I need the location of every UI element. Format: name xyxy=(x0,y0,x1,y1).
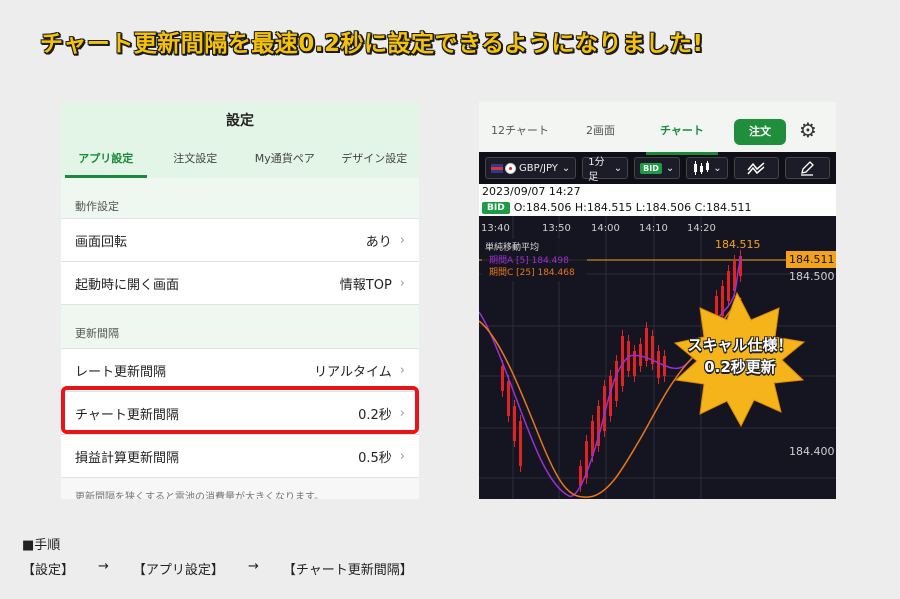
candle-body xyxy=(501,366,504,391)
pencil-icon xyxy=(801,161,815,176)
settings-title: 設定 xyxy=(226,113,254,129)
price-axis-label: 184.400 xyxy=(789,445,835,458)
burst-line-2: 0.2秒更新 xyxy=(704,358,776,376)
tab-2-screens[interactable]: 2画面 xyxy=(586,122,615,138)
settings-screen: 設定 アプリ設定 注文設定 My通貨ペア デザイン設定 動作設定 画面回転 あり… xyxy=(61,102,419,499)
row-screen-rotation[interactable]: 画面回転 あり › xyxy=(61,218,419,261)
time-label: 13:50 xyxy=(542,223,571,234)
row-label: 起動時に開く画面 xyxy=(75,277,180,293)
candle-body xyxy=(621,336,624,386)
candlestick-icon xyxy=(694,161,710,175)
headline: チャート更新間隔を最速0.2秒に設定できるようになりました! xyxy=(40,31,704,57)
draw-tool-button[interactable] xyxy=(784,157,831,179)
chevron-right-icon: › xyxy=(399,232,405,248)
currency-pair-select[interactable]: GBP/JPY ⌄ xyxy=(485,157,577,179)
candle-body xyxy=(513,406,516,441)
current-price-tag: 184.511 xyxy=(789,253,835,266)
section-operation: 動作設定 xyxy=(61,178,419,218)
scalping-spec-label: スキャル仕様！ 0.2秒更新 xyxy=(665,334,815,378)
candle-body xyxy=(507,381,510,416)
steps-heading: ■手順 xyxy=(22,538,61,553)
candle-body xyxy=(657,351,660,378)
tab-my-currency-pairs[interactable]: My通貨ペア xyxy=(240,144,330,178)
datetime-label: 2023/09/07 14:27 xyxy=(482,185,581,198)
steps-section: ■手順 【設定】 → 【アプリ設定】 → 【チャート更新間隔】 xyxy=(22,534,413,578)
bid-badge: BID xyxy=(482,201,510,214)
chart-screen: 12チャート 2画面 チャート 注文 ⚙ GBP/JPY ⌄ 1分足 ⌄ BID… xyxy=(479,102,836,499)
chevron-right-icon: › xyxy=(399,362,405,378)
candle-body xyxy=(519,421,522,466)
arrow-right-icon: → xyxy=(98,559,109,574)
chevron-down-icon: ⌄ xyxy=(561,162,571,174)
row-value: 情報TOP xyxy=(339,277,392,293)
step-item: 【チャート更新間隔】 xyxy=(282,563,413,578)
step-item: 【設定】 xyxy=(22,563,75,578)
price-axis-label: 184.500 xyxy=(789,270,835,283)
candle-body xyxy=(615,361,618,401)
settings-tabs: アプリ設定 注文設定 My通貨ペア デザイン設定 xyxy=(61,144,419,178)
time-label: 13:40 xyxy=(481,223,510,234)
ma-legend-title: 単純移動平均 xyxy=(485,241,539,253)
bid-badge: BID xyxy=(640,162,662,174)
gear-icon[interactable]: ⚙ xyxy=(799,120,817,140)
row-value: リアルタイム xyxy=(314,364,392,380)
chevron-right-icon: › xyxy=(399,275,405,291)
row-startup-screen[interactable]: 起動時に開く画面 情報TOP › xyxy=(61,261,419,304)
high-price-label: 184.515 xyxy=(715,238,761,251)
settings-header: 設定 アプリ設定 注文設定 My通貨ペア デザイン設定 xyxy=(61,102,419,178)
time-label: 14:10 xyxy=(639,223,668,234)
row-value: あり xyxy=(365,234,392,250)
chart-header: 12チャート 2画面 チャート 注文 ⚙ xyxy=(479,102,836,155)
ohlc-values: O:184.506 H:184.515 L:184.506 C:184.511 xyxy=(513,201,752,214)
tab-order-settings[interactable]: 注文設定 xyxy=(151,144,241,178)
chevron-down-icon: ⌄ xyxy=(713,162,722,174)
ma-legend-c: 期間C [25] 184.468 xyxy=(489,267,575,278)
ohlc-row: BID O:184.506 H:184.515 L:184.506 C:184.… xyxy=(482,201,752,214)
candlestick-type-select[interactable]: ⌄ xyxy=(686,157,728,179)
timeframe-select[interactable]: 1分足 ⌄ xyxy=(582,157,629,183)
step-item: 【アプリ設定】 xyxy=(132,563,224,578)
order-button[interactable]: 注文 xyxy=(734,119,786,145)
battery-note: 更新間隔を狭くすると電池の消費量が大きくなります。 xyxy=(61,477,419,499)
time-label: 14:20 xyxy=(687,223,716,234)
row-rate-update-interval[interactable]: レート更新間隔 リアルタイム › xyxy=(61,348,419,391)
candle-body xyxy=(727,271,730,301)
section-update-interval: 更新間隔 xyxy=(61,304,419,348)
tab-app-settings[interactable]: アプリ設定 xyxy=(61,144,151,178)
burst-line-1: スキャル仕様！ xyxy=(687,336,793,354)
price-type-select[interactable]: BID ⌄ xyxy=(634,157,681,179)
timeframe-label: 1分足 xyxy=(588,157,605,183)
chevron-down-icon: ⌄ xyxy=(613,162,623,174)
candle-body xyxy=(639,344,642,366)
ma-legend-a: 期間A [5] 184.498 xyxy=(489,255,569,266)
row-value: 0.5秒 xyxy=(358,450,392,466)
tab-chart[interactable]: チャート xyxy=(646,122,718,155)
tab-12-charts[interactable]: 12チャート xyxy=(491,122,549,138)
indicator-icon xyxy=(747,162,765,175)
chevron-right-icon: › xyxy=(399,405,405,421)
row-chart-update-interval[interactable]: チャート更新間隔 0.2秒 › xyxy=(61,391,419,434)
chevron-down-icon: ⌄ xyxy=(665,162,675,174)
time-label: 14:00 xyxy=(591,223,620,234)
chart-toolbar: GBP/JPY ⌄ 1分足 ⌄ BID ⌄ ⌄ xyxy=(479,152,836,184)
arrow-right-icon: → xyxy=(247,559,259,574)
row-label: 損益計算更新間隔 xyxy=(75,450,180,466)
uk-flag-icon xyxy=(491,163,503,173)
candle-body xyxy=(645,328,648,361)
row-label: 画面回転 xyxy=(75,234,128,250)
currency-pair-label: GBP/JPY xyxy=(519,162,558,174)
row-value: 0.2秒 xyxy=(358,407,392,423)
indicator-button[interactable] xyxy=(733,157,779,179)
steps-sequence: 【設定】 → 【アプリ設定】 → 【チャート更新間隔】 xyxy=(22,559,413,578)
ohlc-info: 2023/09/07 14:27 BID O:184.506 H:184.515… xyxy=(479,184,836,216)
row-label: チャート更新間隔 xyxy=(75,407,179,423)
jp-flag-icon xyxy=(505,162,516,174)
chevron-right-icon: › xyxy=(399,448,405,464)
tab-design-settings[interactable]: デザイン設定 xyxy=(330,144,420,178)
row-pnl-update-interval[interactable]: 損益計算更新間隔 0.5秒 › xyxy=(61,434,419,477)
row-label: レート更新間隔 xyxy=(75,364,167,380)
